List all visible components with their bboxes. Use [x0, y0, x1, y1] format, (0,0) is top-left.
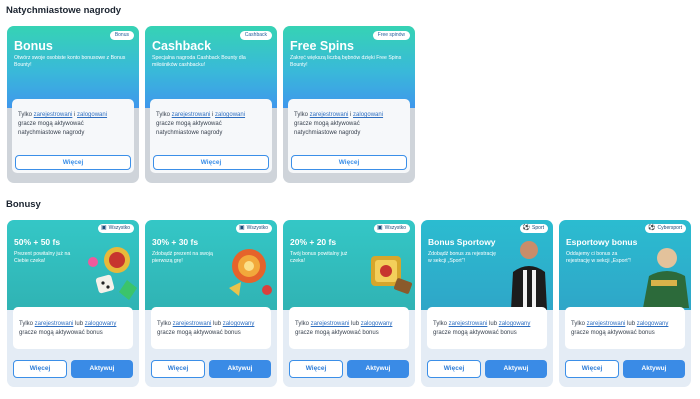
card-header: ⚽ Cybersport Esportowy bonus Oddajemy ci …	[559, 220, 691, 310]
card-tag: Cashback	[239, 31, 272, 40]
login-link[interactable]: zalogowany	[499, 321, 531, 327]
fire-orb-illustration	[229, 249, 272, 296]
register-link[interactable]: zarejestrowani	[172, 112, 211, 118]
casino-icon: ▣	[376, 225, 383, 231]
login-link[interactable]: zalogowani	[77, 112, 107, 118]
esport-character-illustration	[643, 248, 689, 308]
card-body: Tylko zarejestrowani lub zalogowany grac…	[289, 307, 409, 349]
card-info-text: Tylko zarejestrowani lub zalogowany grac…	[295, 321, 393, 336]
register-link[interactable]: zarejestrowani	[34, 112, 73, 118]
card-header: ▣ Wszystko 20% + 20 fs Twój bonus powital…	[283, 220, 415, 310]
football-player-illustration	[511, 241, 547, 310]
more-button[interactable]: Więcej	[289, 360, 343, 378]
casino-chips-illustration	[88, 247, 137, 300]
more-button[interactable]: Więcej	[427, 360, 481, 378]
card-description: Zdobądź prezent na swoją pierwszą grę!	[152, 251, 213, 264]
card-title: Cashback	[152, 39, 212, 53]
card-tag: ⚽ Cybersport	[645, 224, 686, 233]
instant-rewards-title: Natychmiastowe nagrody	[6, 5, 122, 16]
card-title: Free Spins	[290, 39, 354, 53]
card-info-text: Tylko zarejestrowani lub zalogowany grac…	[433, 321, 531, 336]
more-button[interactable]: Więcej	[15, 155, 131, 170]
card-header: Cashback Cashback Specjalna nagroda Cash…	[145, 26, 277, 108]
card-title: Esportowy bonus	[566, 237, 638, 247]
bonus-20-card: ▣ Wszystko 20% + 20 fs Twój bonus powital…	[283, 220, 415, 387]
cashback-card: Cashback Cashback Specjalna nagroda Cash…	[145, 26, 277, 183]
card-tag: ▣ Wszystko	[235, 224, 272, 233]
activate-button[interactable]: Aktywuj	[209, 360, 271, 378]
card-tag: ⚽ Sport	[519, 224, 548, 233]
soccer-ball-icon: ⚽	[648, 225, 656, 231]
card-body: Tylko zarejestrowani i zalogowani gracze…	[12, 99, 134, 173]
card-body: Tylko zarejestrowani lub zalogowany grac…	[565, 307, 685, 349]
card-info-text: Tylko zarejestrowani lub zalogowany grac…	[571, 321, 669, 336]
bonus-card: Bonus Bonus Otwórz swoje osobiste konto …	[7, 26, 139, 183]
login-link[interactable]: zalogowany	[637, 321, 669, 327]
card-tag: Free spinów	[372, 31, 410, 40]
bonus-30-card: ▣ Wszystko 30% + 30 fs Zdobądź prezent na…	[145, 220, 277, 387]
card-body: Tylko zarejestrowani lub zalogowany grac…	[13, 307, 133, 349]
card-description: Otwórz swoje osobiste konto bonusowe z B…	[14, 55, 126, 68]
card-header: Bonus Bonus Otwórz swoje osobiste konto …	[7, 26, 139, 108]
activate-button[interactable]: Aktywuj	[623, 360, 685, 378]
card-title: 30% + 30 fs	[152, 237, 199, 247]
activate-button[interactable]: Aktywuj	[485, 360, 547, 378]
more-button[interactable]: Więcej	[291, 155, 407, 170]
login-link[interactable]: zalogowany	[223, 321, 255, 327]
card-body: Tylko zarejestrowani i zalogowani gracze…	[288, 99, 410, 173]
card-info-text: Tylko zarejestrowani i zalogowani gracze…	[156, 112, 246, 136]
register-link[interactable]: zarejestrowani	[35, 321, 74, 327]
register-link[interactable]: zarejestrowani	[311, 321, 350, 327]
card-description: Oddajemy ci bonus za rejestrację w sekcj…	[566, 251, 631, 264]
register-link[interactable]: zarejestrowani	[173, 321, 212, 327]
esport-bonus-card: ⚽ Cybersport Esportowy bonus Oddajemy ci …	[559, 220, 691, 387]
card-tag: ▣ Wszystko	[373, 224, 410, 233]
register-link[interactable]: zarejestrowani	[449, 321, 488, 327]
bonuses-title: Bonusy	[6, 199, 41, 210]
card-description: Zdobądź bonus za rejestrację w sekcji „S…	[428, 251, 497, 264]
login-link[interactable]: zalogowani	[215, 112, 245, 118]
more-button[interactable]: Więcej	[13, 360, 67, 378]
card-description: Twój bonus powitalny już czeka!	[290, 251, 348, 264]
card-title: Bonus	[14, 39, 53, 53]
casino-icon: ▣	[238, 225, 245, 231]
bonus-50-card: ▣ Wszystko 50% + 50 fs Prezent powitalny …	[7, 220, 139, 387]
card-info-text: Tylko zarejestrowani i zalogowani gracze…	[18, 112, 108, 136]
free-spins-card: Free spinów Free Spins Zakręć większą li…	[283, 26, 415, 183]
card-body: Tylko zarejestrowani lub zalogowany grac…	[151, 307, 271, 349]
sport-bonus-card: ⚽ Sport Bonus Sportowy Zdobądź bonus za r…	[421, 220, 553, 387]
login-link[interactable]: zalogowany	[361, 321, 393, 327]
card-info-text: Tylko zarejestrowani i zalogowani gracze…	[294, 112, 384, 136]
card-body: Tylko zarejestrowani i zalogowani gracze…	[150, 99, 272, 173]
soccer-ball-icon: ⚽	[522, 225, 531, 231]
card-description: Prezent powitalny już na Ciebie czeka!	[14, 251, 71, 264]
register-link[interactable]: zarejestrowani	[587, 321, 626, 327]
card-title: 50% + 50 fs	[14, 237, 61, 247]
activate-button[interactable]: Aktywuj	[71, 360, 133, 378]
card-description: Specjalna nagroda Cashback Bounty dla mi…	[152, 55, 246, 68]
card-tag: Bonus	[109, 31, 134, 40]
more-button[interactable]: Więcej	[151, 360, 205, 378]
casino-icon: ▣	[100, 225, 107, 231]
card-description: Zakręć większą liczbą bębnów dzięki Free…	[290, 55, 402, 68]
card-header: ⚽ Sport Bonus Sportowy Zdobądź bonus za r…	[421, 220, 553, 310]
login-link[interactable]: zalogowani	[353, 112, 383, 118]
card-info-text: Tylko zarejestrowani lub zalogowany grac…	[19, 321, 117, 336]
card-tag: ▣ Wszystko	[97, 224, 134, 233]
card-header: ▣ Wszystko 50% + 50 fs Prezent powitalny …	[7, 220, 139, 310]
activate-button[interactable]: Aktywuj	[347, 360, 409, 378]
card-body: Tylko zarejestrowani lub zalogowany grac…	[427, 307, 547, 349]
card-info-text: Tylko zarejestrowani lub zalogowany grac…	[157, 321, 255, 336]
card-header: Free spinów Free Spins Zakręć większą li…	[283, 26, 415, 108]
card-title: Bonus Sportowy	[428, 237, 496, 247]
card-title: 20% + 20 fs	[290, 237, 337, 247]
login-link[interactable]: zalogowany	[85, 321, 117, 327]
card-header: ▣ Wszystko 30% + 30 fs Zdobądź prezent na…	[145, 220, 277, 310]
treasure-illustration	[371, 256, 413, 294]
more-button[interactable]: Więcej	[153, 155, 269, 170]
more-button[interactable]: Więcej	[565, 360, 619, 378]
register-link[interactable]: zarejestrowani	[310, 112, 349, 118]
